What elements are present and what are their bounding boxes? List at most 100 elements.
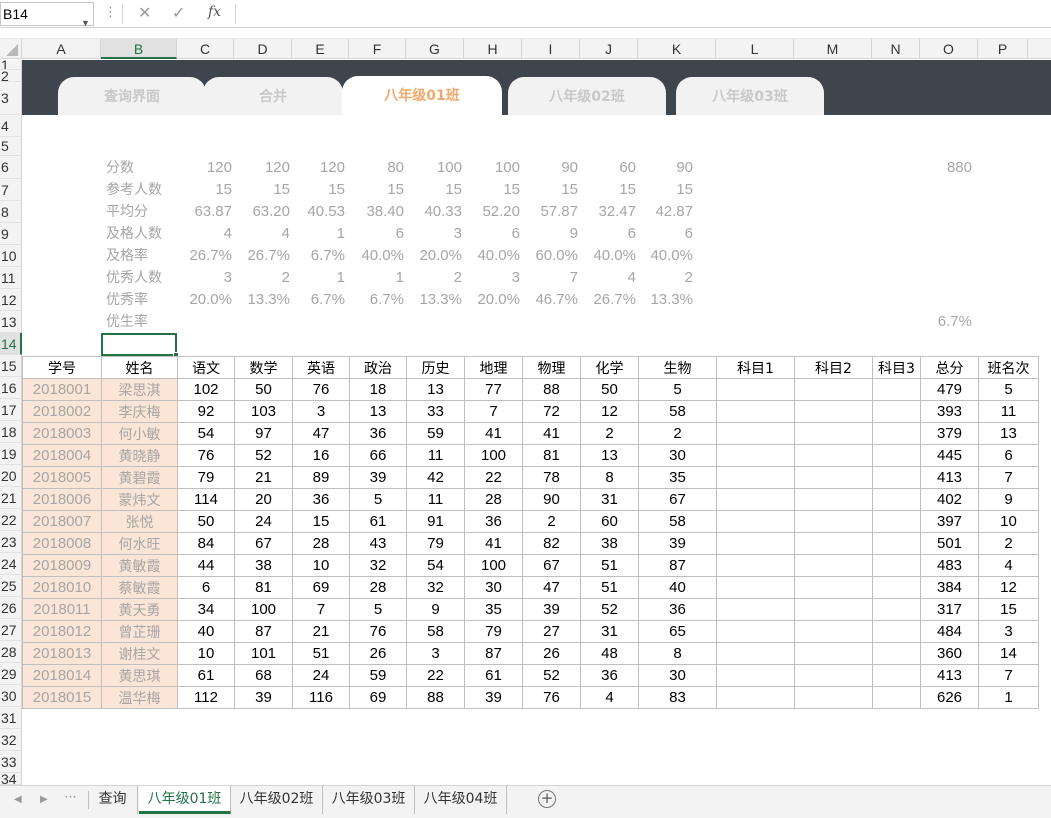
score-cell[interactable]: 61 [349,510,407,533]
score-cell[interactable] [872,598,921,621]
score-cell[interactable]: 397 [920,510,979,533]
row-header-8[interactable]: 8 [0,201,22,223]
column-header-n[interactable]: N [872,39,920,59]
score-cell[interactable] [794,642,873,665]
score-cell[interactable]: 87 [638,554,717,577]
score-cell[interactable]: 61 [177,664,235,687]
score-cell[interactable]: 40 [638,576,717,599]
score-cell[interactable]: 59 [349,664,407,687]
nav-tab-4[interactable]: 八年级03班 [676,77,824,115]
student-id-cell[interactable]: 2018007 [22,510,102,533]
score-cell[interactable] [716,576,795,599]
score-cell[interactable]: 13 [349,400,407,423]
student-id-cell[interactable]: 2018012 [22,620,102,643]
score-cell[interactable] [872,664,921,687]
score-cell[interactable]: 38 [234,554,293,577]
student-name-cell[interactable]: 黄天勇 [101,598,178,621]
score-cell[interactable]: 90 [522,488,581,511]
score-cell[interactable]: 11 [406,488,465,511]
score-cell[interactable]: 51 [580,576,639,599]
score-cell[interactable]: 61 [464,664,523,687]
row-header-11[interactable]: 11 [0,267,22,289]
student-name-cell[interactable]: 黄思琪 [101,664,178,687]
score-cell[interactable]: 413 [920,664,979,687]
score-cell[interactable]: 41 [522,422,581,445]
sheet-tab-2[interactable]: 八年级02班 [231,786,323,814]
score-cell[interactable]: 82 [522,532,581,555]
score-cell[interactable]: 42 [406,466,465,489]
table-header-cell[interactable]: 历史 [406,356,465,379]
score-cell[interactable]: 11 [978,400,1039,423]
score-cell[interactable]: 39 [522,598,581,621]
score-cell[interactable] [794,686,873,709]
column-header-a[interactable]: A [22,39,101,59]
nav-tab-3[interactable]: 八年级02班 [508,77,666,115]
row-header-9[interactable]: 9 [0,223,22,245]
score-cell[interactable]: 39 [464,686,523,709]
score-cell[interactable]: 83 [638,686,717,709]
more-options-icon[interactable]: ⋮ [104,5,117,20]
score-cell[interactable] [716,642,795,665]
score-cell[interactable]: 26 [349,642,407,665]
row-header-16[interactable]: 16 [0,377,22,399]
student-name-cell[interactable]: 李庆梅 [101,400,178,423]
row-header-21[interactable]: 21 [0,487,22,509]
score-cell[interactable]: 9 [406,598,465,621]
score-cell[interactable]: 8 [638,642,717,665]
score-cell[interactable]: 26 [522,642,581,665]
row-header-20[interactable]: 20 [0,465,22,487]
column-header-f[interactable]: F [349,39,406,59]
table-header-cell[interactable]: 物理 [522,356,581,379]
column-header-i[interactable]: I [522,39,580,59]
select-all-button[interactable] [0,39,22,59]
score-cell[interactable]: 3 [978,620,1039,643]
score-cell[interactable]: 40 [177,620,235,643]
score-cell[interactable]: 379 [920,422,979,445]
score-cell[interactable] [872,378,921,401]
score-cell[interactable] [716,422,795,445]
student-id-cell[interactable]: 2018011 [22,598,102,621]
score-cell[interactable] [716,554,795,577]
score-cell[interactable]: 479 [920,378,979,401]
score-cell[interactable]: 47 [522,576,581,599]
scroll-right-icon[interactable]: ▶ [40,794,48,805]
score-cell[interactable]: 67 [638,488,717,511]
score-cell[interactable] [794,576,873,599]
score-cell[interactable]: 52 [580,598,639,621]
score-cell[interactable] [872,532,921,555]
row-header-19[interactable]: 19 [0,443,22,465]
score-cell[interactable] [794,620,873,643]
student-name-cell[interactable]: 蔡敏霞 [101,576,178,599]
score-cell[interactable] [716,664,795,687]
score-cell[interactable] [794,664,873,687]
score-cell[interactable]: 101 [234,642,293,665]
score-cell[interactable]: 28 [464,488,523,511]
row-header-18[interactable]: 18 [0,421,22,443]
score-cell[interactable]: 24 [234,510,293,533]
student-id-cell[interactable]: 2018006 [22,488,102,511]
row-header-26[interactable]: 26 [0,597,22,619]
table-header-cell[interactable]: 化学 [580,356,639,379]
score-cell[interactable]: 1 [978,686,1039,709]
row-header-4[interactable]: 4 [0,115,22,137]
score-cell[interactable]: 54 [406,554,465,577]
column-header-e[interactable]: E [292,39,349,59]
score-cell[interactable]: 79 [406,532,465,555]
score-cell[interactable] [794,598,873,621]
score-cell[interactable] [794,400,873,423]
student-name-cell[interactable]: 谢桂文 [101,642,178,665]
score-cell[interactable]: 50 [580,378,639,401]
row-header-1[interactable]: 1 [0,60,22,70]
score-cell[interactable] [872,510,921,533]
score-cell[interactable]: 39 [349,466,407,489]
score-cell[interactable] [716,400,795,423]
score-cell[interactable]: 76 [349,620,407,643]
add-sheet-button[interactable]: + [538,790,556,808]
row-header-25[interactable]: 25 [0,575,22,597]
column-header-h[interactable]: H [464,39,522,59]
score-cell[interactable] [872,686,921,709]
score-cell[interactable] [872,554,921,577]
student-id-cell[interactable]: 2018003 [22,422,102,445]
score-cell[interactable]: 32 [349,554,407,577]
row-header-31[interactable]: 31 [0,707,22,729]
